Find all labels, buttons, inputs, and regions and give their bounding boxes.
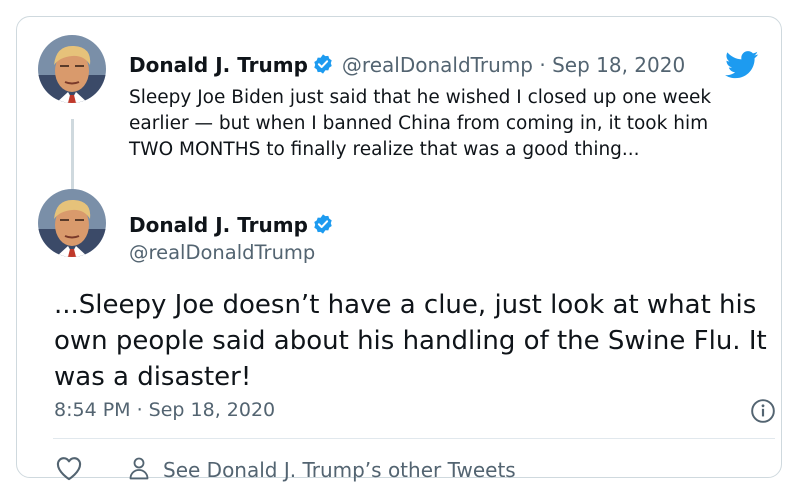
- parent-tweet-header: Donald J. Trump @realDonaldTrump · Sep 18…: [129, 53, 685, 80]
- person-icon: [127, 455, 151, 485]
- main-tweet-author: Donald J. Trump: [129, 213, 334, 240]
- main-author-name[interactable]: Donald J. Trump: [129, 213, 308, 237]
- parent-author-name[interactable]: Donald J. Trump: [129, 53, 308, 77]
- thread-connector-line: [71, 119, 74, 195]
- parent-avatar[interactable]: [38, 35, 106, 103]
- main-avatar[interactable]: [38, 189, 106, 257]
- info-icon[interactable]: [750, 398, 776, 428]
- tweet-card: Donald J. Trump @realDonaldTrump · Sep 18…: [16, 16, 782, 482]
- parent-tweet-text: Sleepy Joe Biden just said that he wishe…: [129, 87, 712, 160]
- parent-date[interactable]: Sep 18, 2020: [552, 53, 685, 77]
- tweet-timestamp[interactable]: 8:54 PM · Sep 18, 2020: [54, 399, 275, 421]
- like-button[interactable]: [55, 455, 83, 485]
- action-divider: [53, 438, 775, 439]
- verified-badge-icon: [312, 213, 334, 240]
- main-handle[interactable]: @realDonaldTrump: [129, 241, 315, 264]
- see-other-tweets-button[interactable]: See Donald J. Trump’s other Tweets: [127, 455, 516, 485]
- header-separator: ·: [539, 53, 546, 77]
- parent-handle[interactable]: @realDonaldTrump: [342, 53, 533, 77]
- main-tweet-text: ...Sleepy Joe doesn’t have a clue, just …: [54, 290, 767, 392]
- twitter-bird-icon[interactable]: [725, 51, 759, 83]
- see-other-tweets-label: See Donald J. Trump’s other Tweets: [163, 458, 516, 482]
- verified-badge-icon: [312, 53, 334, 80]
- heart-outline-icon: [55, 457, 83, 485]
